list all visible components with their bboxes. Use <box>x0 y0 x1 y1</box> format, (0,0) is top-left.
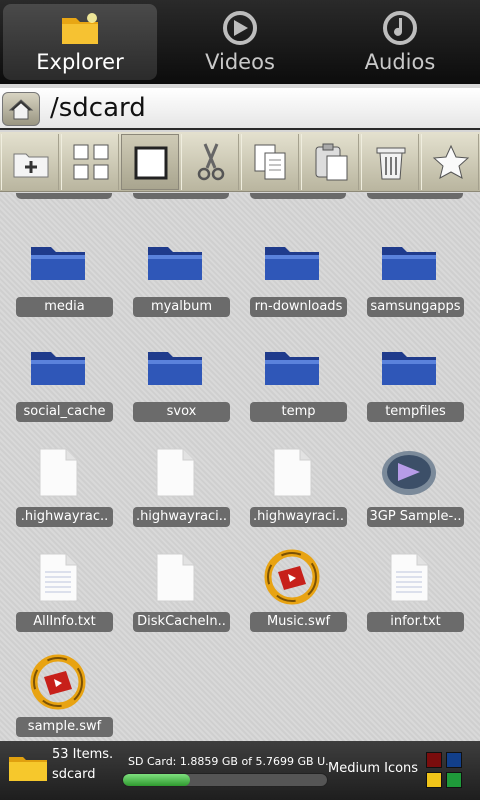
delete-button[interactable] <box>361 134 419 190</box>
storage-bar-fill <box>123 774 190 786</box>
previous-row-label <box>133 193 229 199</box>
tab-videos[interactable]: Videos <box>163 4 317 80</box>
theme-color-swatch[interactable] <box>446 752 462 768</box>
tab-audios[interactable]: Audios <box>323 4 477 80</box>
folder-item[interactable]: social_cache <box>0 338 116 438</box>
current-path: /sdcard <box>50 93 146 123</box>
home-button[interactable] <box>2 92 40 126</box>
favorite-button[interactable] <box>421 134 479 190</box>
previous-row-label <box>367 193 463 199</box>
item-label: Music.swf <box>250 612 347 632</box>
previous-row-label <box>16 193 112 199</box>
folder-item[interactable]: samsungapps <box>351 233 467 333</box>
copy-button[interactable] <box>241 134 299 190</box>
file-item[interactable]: DiskCacheIn.. <box>117 548 233 648</box>
item-label: DiskCacheIn.. <box>133 612 230 632</box>
folder-icon <box>263 338 321 396</box>
folder-item[interactable]: temp <box>234 338 350 438</box>
trash-icon <box>376 147 406 180</box>
action-toolbar <box>0 132 480 192</box>
path-bar: /sdcard <box>0 88 480 130</box>
file-item[interactable]: sample.swf <box>0 653 116 741</box>
folder-item[interactable]: media <box>0 233 116 333</box>
item-label: temp <box>250 402 347 422</box>
select-button[interactable] <box>121 134 179 190</box>
item-label: 3GP Sample-.. <box>367 507 464 527</box>
copy-icon <box>254 144 286 180</box>
swf-icon <box>263 548 321 606</box>
home-icon <box>8 99 34 120</box>
file-item[interactable]: .highwayraci.. <box>234 443 350 543</box>
item-label: sample.swf <box>16 717 113 737</box>
item-label: media <box>16 297 113 317</box>
previous-row-label <box>250 193 346 199</box>
folder-icon <box>263 233 321 291</box>
folder-icon <box>146 338 204 396</box>
view-mode-button[interactable]: Medium Icons <box>328 761 418 776</box>
item-label: .highwayraci.. <box>250 507 347 527</box>
file-item[interactable]: .highwayraci.. <box>117 443 233 543</box>
folder-icon <box>62 13 98 44</box>
cut-button[interactable] <box>181 134 239 190</box>
paste-icon <box>315 143 348 181</box>
grid-icon <box>73 144 109 180</box>
folder-item[interactable]: myalbum <box>117 233 233 333</box>
current-location: sdcard <box>52 767 96 782</box>
add-folder-icon <box>13 153 49 178</box>
file-item[interactable]: AllInfo.txt <box>0 548 116 648</box>
text-icon <box>29 548 87 606</box>
item-label: .highwayrac.. <box>16 507 113 527</box>
text-icon <box>380 548 438 606</box>
item-count: 53 Items. <box>52 747 114 762</box>
tab-explorer[interactable]: Explorer <box>3 4 157 80</box>
item-label: rn-downloads <box>250 297 347 317</box>
file-icon <box>146 548 204 606</box>
tab-label: Videos <box>205 50 275 74</box>
storage-bar <box>122 773 328 787</box>
new-folder-button[interactable] <box>1 134 59 190</box>
item-label: myalbum <box>133 297 230 317</box>
file-item[interactable]: .highwayrac.. <box>0 443 116 543</box>
video-icon <box>223 11 257 45</box>
theme-color-swatch[interactable] <box>426 772 442 788</box>
file-item[interactable]: infor.txt <box>351 548 467 648</box>
scissors-icon <box>197 143 225 181</box>
star-icon <box>432 144 470 179</box>
file-grid[interactable]: media myalbum rn-downloads samsungapps socia… <box>0 193 480 741</box>
folder-item[interactable]: svox <box>117 338 233 438</box>
paste-button[interactable] <box>301 134 359 190</box>
item-label: svox <box>133 402 230 422</box>
folder-icon <box>146 233 204 291</box>
item-label: AllInfo.txt <box>16 612 113 632</box>
folder-icon <box>29 338 87 396</box>
folder-icon <box>9 757 47 781</box>
select-all-button[interactable] <box>61 134 119 190</box>
video-icon <box>380 443 438 501</box>
item-label: samsungapps <box>367 297 464 317</box>
status-bar: 53 Items. sdcard SD Card: 1.8859 GB of 5… <box>0 741 480 800</box>
storage-text: SD Card: 1.8859 GB of 5.7699 GB U... <box>128 755 328 768</box>
folder-icon <box>29 233 87 291</box>
folder-item[interactable]: rn-downloads <box>234 233 350 333</box>
folder-icon <box>380 233 438 291</box>
audio-icon <box>383 11 417 45</box>
theme-color-swatch[interactable] <box>426 752 442 768</box>
item-label: .highwayraci.. <box>133 507 230 527</box>
item-label: tempfiles <box>367 402 464 422</box>
folder-icon <box>380 338 438 396</box>
tab-label: Audios <box>364 50 436 74</box>
tab-bar: Explorer Videos Audios <box>0 0 480 84</box>
tab-label: Explorer <box>36 50 124 74</box>
folder-item[interactable]: tempfiles <box>351 338 467 438</box>
file-icon <box>263 443 321 501</box>
theme-color-swatch[interactable] <box>446 772 462 788</box>
file-icon <box>29 443 87 501</box>
file-item[interactable]: Music.swf <box>234 548 350 648</box>
item-label: infor.txt <box>367 612 464 632</box>
item-label: social_cache <box>16 402 113 422</box>
swf-icon <box>29 653 87 711</box>
square-icon <box>134 146 168 180</box>
file-icon <box>146 443 204 501</box>
file-item[interactable]: 3GP Sample-.. <box>351 443 467 543</box>
